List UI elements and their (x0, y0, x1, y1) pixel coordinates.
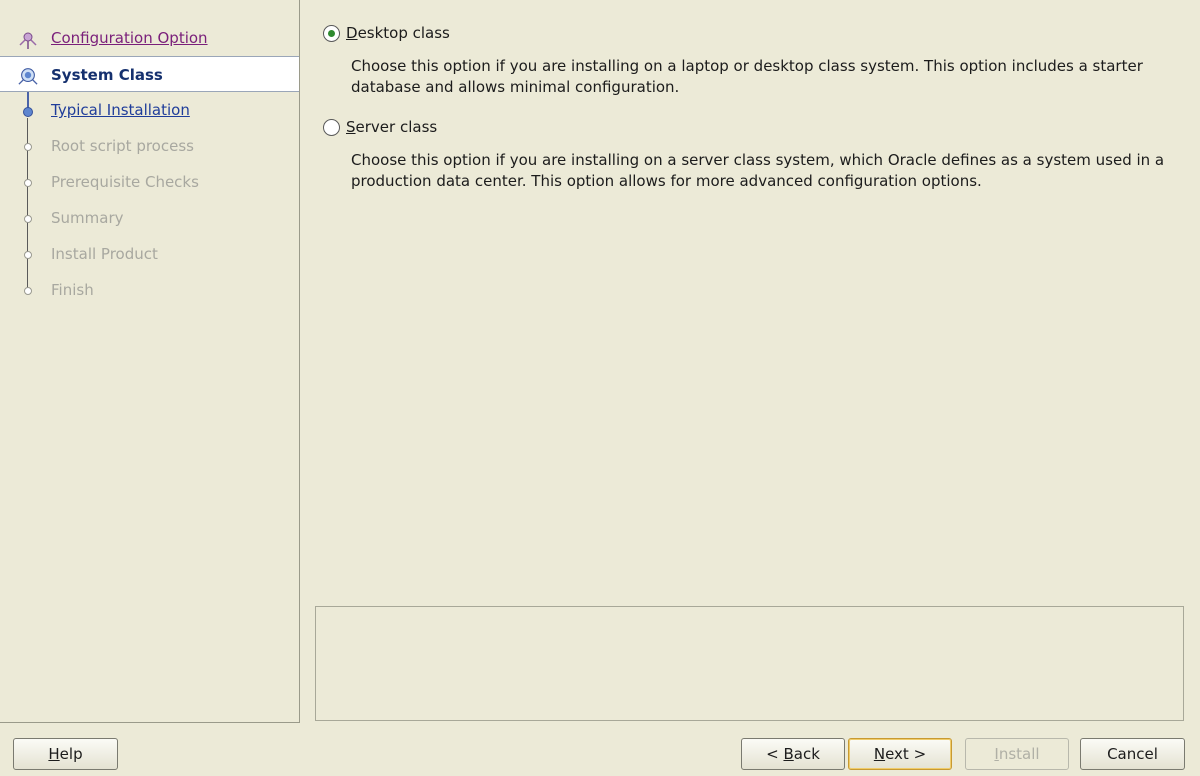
message-pane (315, 606, 1184, 721)
step-prerequisite-checks: Prerequisite Checks (0, 164, 299, 200)
button-label-rest: ext > (885, 745, 927, 763)
button-label-prefix: < (766, 745, 784, 763)
button-label-rest: elp (59, 745, 83, 763)
mnemonic-char: N (873, 745, 886, 763)
pending-step-icon (18, 209, 38, 229)
next-button[interactable]: Next > (848, 738, 952, 770)
desktop-class-description: Choose this option if you are installing… (351, 57, 1143, 96)
step-install-product: Install Product (0, 236, 299, 272)
pending-step-icon (18, 245, 38, 265)
step-system-class[interactable]: System Class (0, 56, 299, 92)
step-finish: Finish (0, 272, 299, 308)
pending-step-icon (18, 137, 38, 157)
label-rest: erver class (355, 118, 438, 136)
help-button[interactable]: Help (13, 738, 118, 770)
pending-step-icon (18, 281, 38, 301)
step-configuration-option[interactable]: Configuration Option (0, 20, 299, 56)
radio-dot (328, 29, 335, 37)
pending-step-icon (18, 173, 38, 193)
installer-window: Configuration Option System Class Typica… (0, 0, 1200, 776)
radio-button-unselected[interactable] (323, 118, 340, 136)
step-label: Install Product (51, 245, 158, 263)
mnemonic-char: B (783, 745, 794, 763)
back-button[interactable]: < Back (741, 738, 845, 770)
button-label: Cancel (1107, 745, 1158, 763)
step-label: Root script process (51, 137, 194, 155)
mnemonic-char: S (346, 118, 356, 136)
steps-panel: Configuration Option System Class Typica… (0, 0, 300, 723)
desktop-class-label: Desktop class (346, 24, 450, 42)
step-label: Finish (51, 281, 94, 299)
completed-step-icon (18, 29, 38, 49)
step-label: Summary (51, 209, 124, 227)
step-label: Prerequisite Checks (51, 173, 199, 191)
step-label: System Class (51, 66, 163, 84)
server-class-radio[interactable]: Server class (323, 116, 437, 138)
current-step-icon (18, 66, 38, 86)
server-class-label: Server class (346, 118, 437, 136)
desktop-class-radio[interactable]: Desktop class (323, 22, 450, 44)
install-button: Install (965, 738, 1069, 770)
step-root-script-process: Root script process (0, 128, 299, 164)
mnemonic-char: H (48, 745, 60, 763)
step-label: Configuration Option (51, 29, 208, 47)
step-typical-installation[interactable]: Typical Installation (0, 92, 299, 128)
button-label-rest: nstall (998, 745, 1040, 763)
label-rest: esktop class (357, 24, 450, 42)
step-label: Typical Installation (51, 101, 190, 119)
server-class-description: Choose this option if you are installing… (351, 151, 1165, 190)
radio-button-selected[interactable] (323, 24, 340, 42)
main-content: Desktop class Choose this option if you … (300, 0, 1200, 723)
button-label-rest: ack (793, 745, 820, 763)
mnemonic-char: D (346, 24, 358, 42)
next-step-icon (18, 101, 38, 121)
cancel-button[interactable]: Cancel (1080, 738, 1185, 770)
step-summary: Summary (0, 200, 299, 236)
